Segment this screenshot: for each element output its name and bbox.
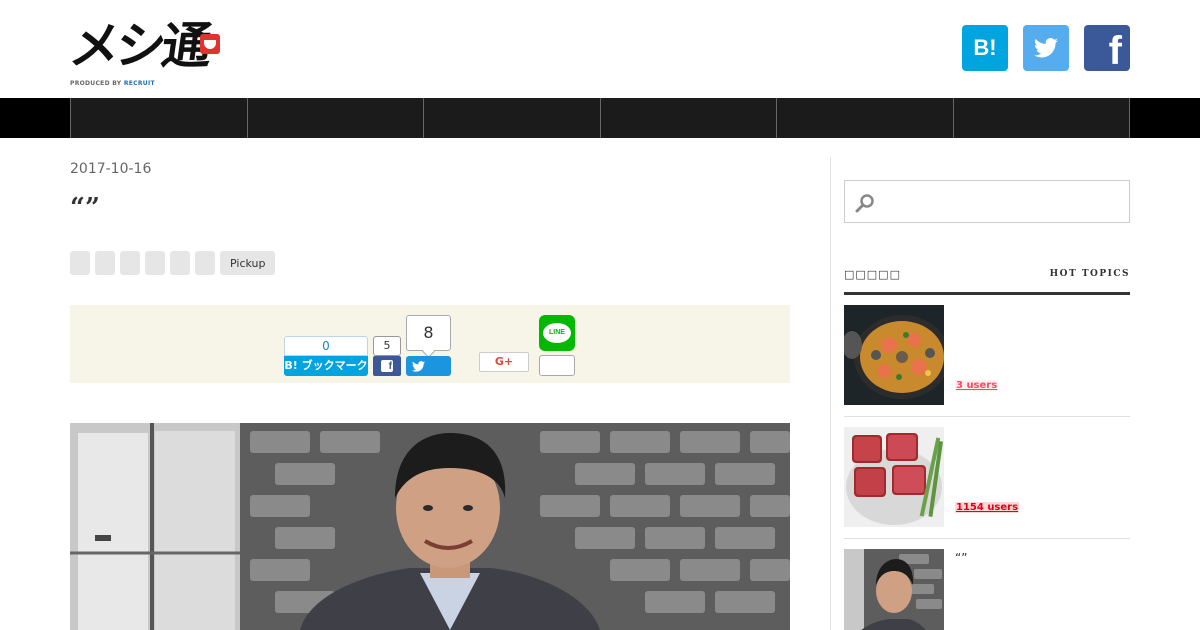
tag[interactable] [70, 251, 90, 275]
tag[interactable] [195, 251, 215, 275]
person-thumbnail [844, 549, 944, 630]
bowl-icon [200, 34, 220, 54]
twitter-icon [412, 360, 425, 372]
tag[interactable] [120, 251, 140, 275]
site-logo[interactable]: メシ通 PRODUCED BY RECRUIT [66, 10, 220, 90]
search-input[interactable] [844, 180, 1130, 223]
bookmark-users-badge[interactable]: 3 users [955, 380, 999, 391]
steak-thumbnail [844, 427, 944, 527]
share-buttons: 0 B! ブックマーク 5 f 8 G+ LINE [70, 305, 790, 383]
logo-subtitle: PRODUCED BY RECRUIT [70, 80, 155, 87]
facebook-share-count: 5 [373, 336, 401, 356]
twitter-icon[interactable] [1023, 25, 1069, 71]
facebook-icon: f [381, 360, 393, 372]
global-nav [0, 98, 1200, 138]
tag-list: Pickup [70, 251, 276, 275]
tag-pickup[interactable]: Pickup [220, 251, 276, 275]
article-title: “” [70, 193, 100, 223]
facebook-share-button[interactable]: f [373, 356, 401, 376]
google-plus-button[interactable]: G+ [479, 352, 529, 372]
sidebar-divider [830, 157, 831, 630]
hot-topic-item[interactable]: “” [844, 549, 1130, 630]
nav-item[interactable] [953, 98, 1130, 138]
facebook-icon[interactable]: f [1084, 25, 1130, 71]
hot-topics-jp: □□□□□ [844, 268, 901, 281]
hatena-bookmark-icon[interactable]: B! [962, 25, 1008, 71]
hot-topics-en: HOT TOPICS [1049, 269, 1130, 279]
twitter-share-button[interactable] [406, 356, 451, 376]
article-date: 2017-10-16 [70, 161, 152, 177]
line-icon: LINE [543, 323, 571, 343]
nav-item[interactable] [777, 98, 954, 138]
hatena-count: 0 [284, 336, 368, 356]
hatena-bookmark-button[interactable]: B! ブックマーク [284, 356, 368, 376]
hot-topic-item[interactable]: 1154 users [844, 427, 1130, 539]
nav-item[interactable] [247, 98, 424, 138]
nav-item[interactable] [600, 98, 777, 138]
paella-thumbnail [844, 305, 944, 405]
hot-topic-title[interactable]: “” [955, 551, 967, 565]
hot-topics-header: □□□□□ HOT TOPICS [844, 266, 1130, 295]
logo-text: メシ通 [65, 16, 213, 75]
site-header: メシ通 PRODUCED BY RECRUIT B! f [0, 0, 1200, 98]
tag[interactable] [170, 251, 190, 275]
tag[interactable] [95, 251, 115, 275]
twitter-share-count: 8 [406, 315, 451, 351]
line-share-button[interactable]: LINE [539, 315, 575, 351]
hot-topic-item[interactable]: 3 users [844, 305, 1130, 417]
tag[interactable] [145, 251, 165, 275]
nav-item[interactable] [424, 98, 601, 138]
nav-item[interactable] [71, 98, 248, 138]
line-share-count [539, 355, 575, 376]
search-icon [855, 194, 874, 213]
bookmark-users-badge[interactable]: 1154 users [955, 502, 1020, 513]
article-hero-image [70, 423, 790, 630]
